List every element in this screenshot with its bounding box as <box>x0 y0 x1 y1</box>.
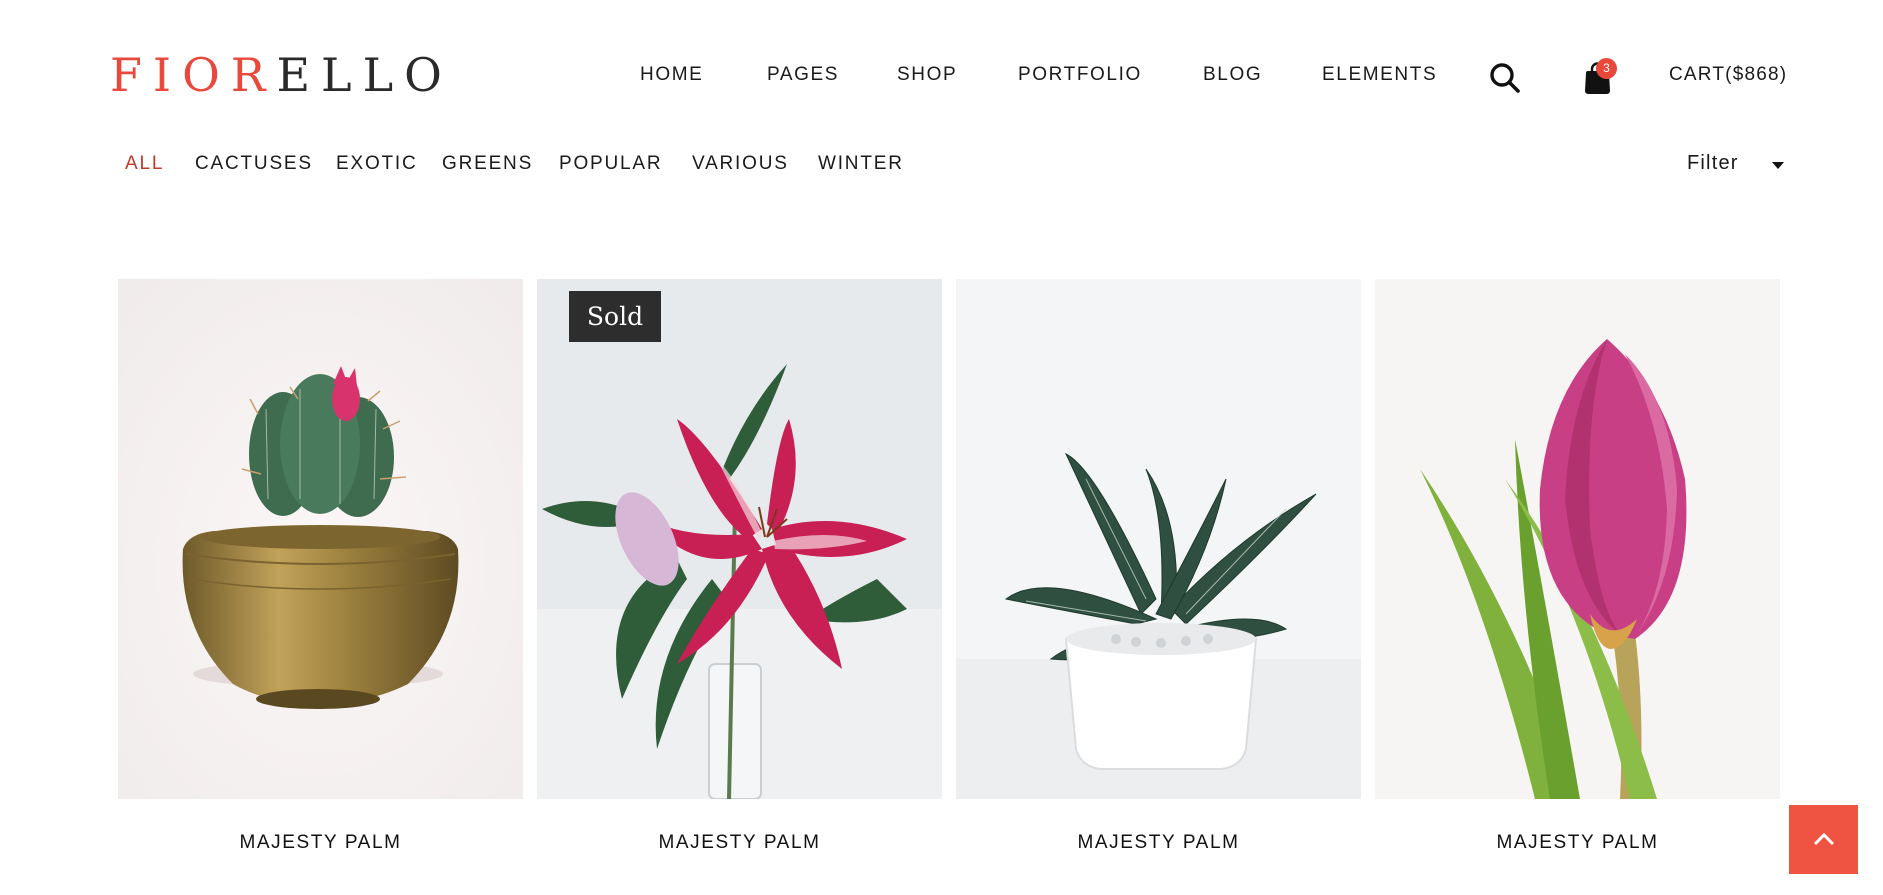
caret-down-icon[interactable] <box>1771 160 1785 170</box>
product-image[interactable] <box>1375 279 1780 799</box>
nav-item-blog[interactable]: BLOG <box>1203 64 1262 86</box>
category-filter-bar: ALL CACTUSES EXOTIC GREENS POPULAR VARIO… <box>0 153 1883 177</box>
product-title[interactable]: MAJESTY PALM <box>537 832 942 854</box>
nav-item-portfolio[interactable]: PORTFOLIO <box>1018 64 1142 86</box>
product-title[interactable]: MAJESTY PALM <box>1375 832 1780 854</box>
cart-total-link[interactable]: CART($868) <box>1669 64 1787 86</box>
nav-item-shop[interactable]: SHOP <box>897 64 957 86</box>
nav-item-pages[interactable]: PAGES <box>767 64 839 86</box>
product-card: MAJESTY PALM <box>956 279 1361 853</box>
product-title[interactable]: MAJESTY PALM <box>956 832 1361 854</box>
category-all[interactable]: ALL <box>125 153 164 175</box>
nav-item-home[interactable]: HOME <box>640 64 703 86</box>
product-image[interactable] <box>118 279 523 799</box>
category-winter[interactable]: WINTER <box>818 153 904 175</box>
product-card: MAJESTY PALM <box>118 279 523 853</box>
sold-badge: Sold <box>569 291 661 342</box>
category-exotic[interactable]: EXOTIC <box>336 153 418 175</box>
cart-button[interactable]: 3 <box>1579 58 1619 96</box>
category-greens[interactable]: GREENS <box>442 153 533 175</box>
search-icon <box>1490 63 1520 93</box>
product-title[interactable]: MAJESTY PALM <box>118 832 523 854</box>
chevron-up-icon <box>1813 832 1835 846</box>
cart-count-badge: 3 <box>1596 58 1617 79</box>
nav-item-elements[interactable]: ELEMENTS <box>1322 64 1437 86</box>
product-image[interactable]: Sold <box>537 279 942 799</box>
back-to-top-button[interactable] <box>1789 805 1858 874</box>
product-card: MAJESTY PALM <box>1375 279 1780 853</box>
category-various[interactable]: VARIOUS <box>692 153 789 175</box>
product-image[interactable] <box>956 279 1361 799</box>
search-button[interactable] <box>1489 62 1521 94</box>
category-popular[interactable]: POPULAR <box>559 153 662 175</box>
category-cactuses[interactable]: CACTUSES <box>195 153 313 175</box>
product-card: Sold MAJESTY PALM <box>537 279 942 853</box>
filter-dropdown[interactable]: Filter <box>1687 152 1739 175</box>
